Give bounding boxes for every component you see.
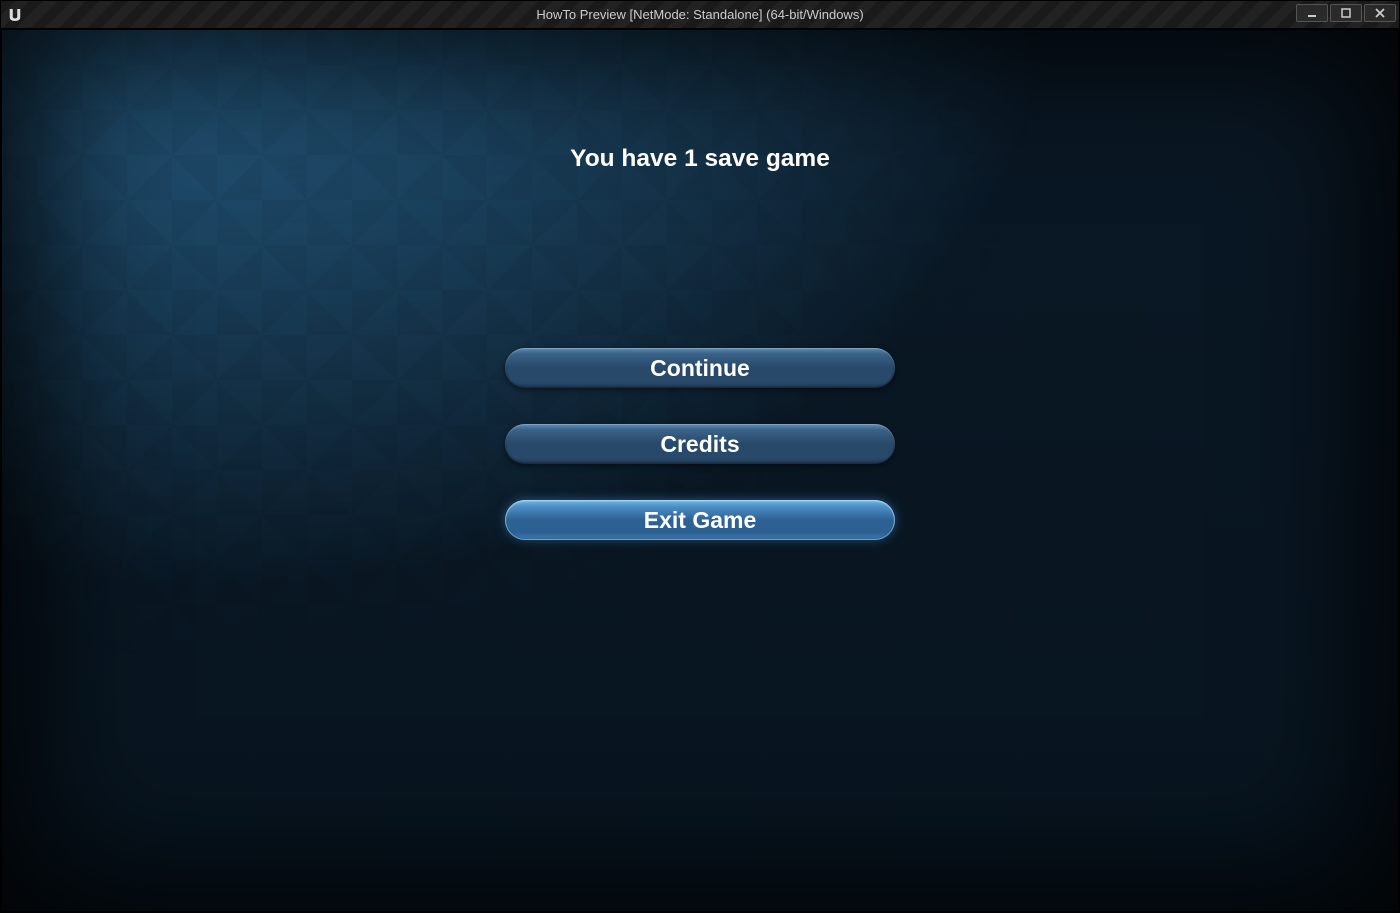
- minimize-button[interactable]: [1296, 4, 1328, 22]
- window-controls: [1296, 4, 1396, 22]
- window-title: HowTo Preview [NetMode: Standalone] (64-…: [536, 7, 863, 22]
- save-status-heading: You have 1 save game: [570, 145, 830, 173]
- titlebar[interactable]: HowTo Preview [NetMode: Standalone] (64-…: [1, 1, 1399, 29]
- application-window: HowTo Preview [NetMode: Standalone] (64-…: [0, 0, 1400, 913]
- maximize-button[interactable]: [1330, 4, 1362, 22]
- credits-button[interactable]: Credits: [505, 424, 895, 464]
- close-button[interactable]: [1364, 4, 1396, 22]
- unreal-logo-icon: [1, 1, 29, 29]
- main-menu: You have 1 save game Continue Credits Ex…: [2, 30, 1398, 911]
- continue-button[interactable]: Continue: [505, 348, 895, 388]
- menu-button-stack: Continue Credits Exit Game: [505, 348, 895, 540]
- game-viewport: You have 1 save game Continue Credits Ex…: [1, 29, 1399, 912]
- exit-game-button[interactable]: Exit Game: [505, 500, 895, 540]
